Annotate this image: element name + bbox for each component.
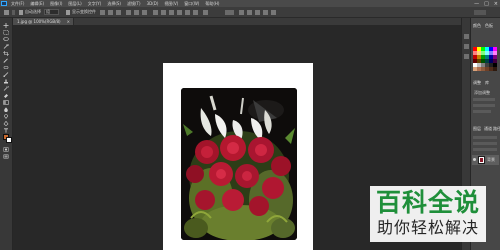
3d-rotate-icon[interactable]: [239, 10, 244, 15]
healing-brush-tool-icon[interactable]: [3, 65, 9, 70]
menu-3d[interactable]: 3D(D): [147, 0, 159, 7]
menu-image[interactable]: 图像(I): [50, 0, 62, 7]
pen-tool-icon[interactable]: [3, 121, 9, 126]
layer-row-background[interactable]: 背景: [472, 155, 499, 165]
background-color-swatch[interactable]: [6, 137, 12, 143]
dropdown-arrow-icon[interactable]: [12, 10, 15, 15]
adjustment-icons-row-3[interactable]: [473, 110, 491, 113]
auto-select-dropdown[interactable]: 组: [44, 9, 59, 15]
swatch[interactable]: [493, 67, 497, 71]
distribute-right-icon[interactable]: [193, 10, 198, 15]
close-button[interactable]: ×: [494, 1, 498, 7]
menu-edit[interactable]: 编辑(E): [30, 0, 44, 7]
history-brush-tool-icon[interactable]: [3, 86, 9, 91]
tools-panel: [0, 18, 13, 250]
lock-row[interactable]: [473, 148, 497, 151]
eraser-tool-icon[interactable]: [3, 93, 9, 98]
crop-tool-icon[interactable]: [3, 51, 9, 56]
menu-view[interactable]: 视图(V): [164, 0, 178, 7]
align-bottom-icon[interactable]: [116, 10, 121, 15]
document-tab[interactable]: 1.jpg @ 100%(RGB/8) ×: [13, 18, 74, 25]
blur-tool-icon[interactable]: [3, 107, 9, 112]
3d-roll-icon[interactable]: [247, 10, 252, 15]
3d-drag-icon[interactable]: [255, 10, 260, 15]
menu-file[interactable]: 文件(F): [11, 0, 24, 7]
tab-libraries[interactable]: 库: [483, 80, 491, 86]
layer-thumbnail: [478, 156, 485, 164]
blend-mode-row[interactable]: [473, 142, 497, 145]
auto-select-label: 自动选择: [25, 9, 41, 14]
watermark-overlay: 百科全说 助你轻松解决: [370, 186, 486, 242]
photoshop-logo-icon[interactable]: [1, 1, 7, 6]
window-controls: — □ ×: [474, 0, 498, 7]
menu-bar: 文件(F) 编辑(E) 图像(I) 图层(L) 文字(Y) 选择(S) 滤镜(T…: [0, 0, 500, 7]
document-tab-title: 1.jpg @ 100%(RGB/8): [17, 19, 61, 24]
layer-visibility-eye-icon[interactable]: [473, 158, 476, 161]
brush-tool-icon[interactable]: [3, 72, 9, 77]
align-middle-icon[interactable]: [108, 10, 113, 15]
align-left-icon[interactable]: [126, 10, 131, 15]
properties-panel-icon[interactable]: [464, 44, 469, 49]
screen-mode-icon[interactable]: [3, 154, 9, 159]
adjustment-icons-row-1[interactable]: [473, 98, 495, 101]
show-transform-label: 显示变换控件: [72, 9, 96, 14]
maximize-button[interactable]: □: [484, 1, 489, 7]
show-transform-checkbox[interactable]: [66, 10, 70, 15]
tab-swatches[interactable]: 色板: [483, 23, 495, 29]
distribute-left-icon[interactable]: [177, 10, 182, 15]
align-top-icon[interactable]: [100, 10, 105, 15]
dodge-tool-icon[interactable]: [3, 114, 9, 119]
swatch-grid: [473, 47, 497, 71]
distribute-center-icon[interactable]: [185, 10, 190, 15]
history-panel-icon[interactable]: [464, 34, 469, 39]
document-tab-bar: 1.jpg @ 100%(RGB/8) ×: [13, 18, 461, 25]
adjustment-icons-row-2[interactable]: [473, 104, 495, 107]
menu-select[interactable]: 选择(S): [107, 0, 121, 7]
menu-help[interactable]: 帮助(H): [205, 0, 219, 7]
bouquet-image: [181, 88, 297, 240]
options-bar: 自动选择 组 显示变换控件: [0, 7, 500, 18]
marquee-tool-icon[interactable]: [3, 30, 9, 35]
menu-type[interactable]: 文字(Y): [88, 0, 102, 7]
layer-filter-row[interactable]: [473, 136, 497, 139]
move-tool-icon[interactable]: [4, 10, 9, 15]
move-tool-icon[interactable]: [3, 23, 9, 28]
3d-mode-icon: [225, 10, 234, 15]
minimize-button[interactable]: —: [474, 1, 479, 7]
watermark-title: 百科全说: [375, 188, 480, 217]
align-right-icon[interactable]: [142, 10, 147, 15]
type-tool-icon[interactable]: [3, 128, 9, 133]
clone-stamp-tool-icon[interactable]: [3, 79, 9, 84]
distribute-bottom-icon[interactable]: [169, 10, 174, 15]
watermark-subtitle: 助你轻松解决: [376, 218, 479, 237]
workspace-switcher[interactable]: [474, 10, 486, 15]
3d-slide-icon[interactable]: [263, 10, 268, 15]
eyedropper-tool-icon[interactable]: [3, 58, 9, 63]
tab-adjustments[interactable]: 调整: [471, 80, 483, 86]
lasso-tool-icon[interactable]: [3, 37, 9, 42]
character-panel-icon[interactable]: [464, 54, 469, 59]
quick-mask-icon[interactable]: [3, 147, 9, 152]
menu-layer[interactable]: 图层(L): [68, 0, 81, 7]
3d-scale-icon[interactable]: [271, 10, 276, 15]
layer-name: 背景: [487, 157, 495, 162]
document-tab-close-icon[interactable]: ×: [67, 18, 70, 25]
add-adjustment-label: 添加调整: [474, 90, 490, 95]
rose-bouquet-photo: [181, 88, 297, 240]
menu-filter[interactable]: 滤镜(T): [127, 0, 141, 7]
align-center-icon[interactable]: [134, 10, 139, 15]
auto-align-icon[interactable]: [203, 10, 208, 15]
distribute-top-icon[interactable]: [153, 10, 158, 15]
menu-items: 文件(F) 编辑(E) 图像(I) 图层(L) 文字(Y) 选择(S) 滤镜(T…: [11, 0, 219, 7]
auto-select-checkbox[interactable]: [19, 10, 23, 15]
menu-window[interactable]: 窗口(W): [184, 0, 199, 7]
document-canvas[interactable]: [163, 63, 313, 250]
gradient-tool-icon[interactable]: [3, 100, 9, 105]
distribute-middle-icon[interactable]: [161, 10, 166, 15]
tab-paths[interactable]: 路径: [491, 126, 500, 132]
tab-color[interactable]: 颜色: [471, 23, 483, 29]
quick-select-tool-icon[interactable]: [3, 44, 9, 49]
